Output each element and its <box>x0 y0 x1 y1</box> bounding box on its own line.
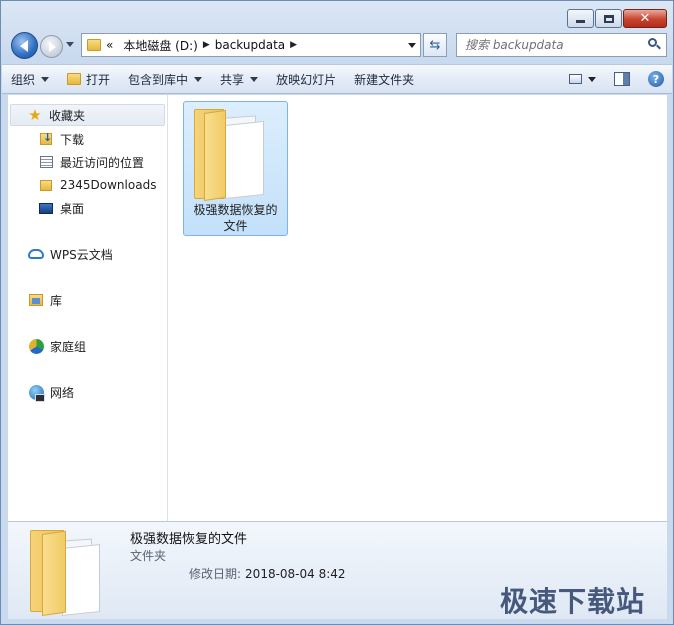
sidebar-item-libraries[interactable]: 库 <box>28 289 62 311</box>
breadcrumb-drive[interactable]: 本地磁盘 (D:) <box>118 37 202 54</box>
sidebar-item-network[interactable]: 网络 <box>28 381 74 403</box>
breadcrumb-backupdata[interactable]: backupdata <box>210 38 290 52</box>
open-button[interactable]: 打开 <box>58 67 119 91</box>
sidebar-item-label: 下载 <box>60 132 85 147</box>
sidebar-item-label: 库 <box>50 293 63 308</box>
homegroup-icon <box>28 338 44 354</box>
details-pane: 极强数据恢复的文件 文件夹 修改日期: 2018-08-04 8:42 极速下载站 <box>8 521 667 619</box>
star-icon: ★ <box>28 105 42 124</box>
details-modified-value: 2018-08-04 8:42 <box>245 567 346 581</box>
main-area: ★ 收藏夹 下载 最近访问的位置 2345Downloads 桌面 WPS <box>8 95 667 521</box>
sidebar-item-label: WPS云文档 <box>50 247 113 262</box>
open-label: 打开 <box>86 72 111 87</box>
address-bar[interactable]: « 本地磁盘 (D:) ▶ backupdata ▶ <box>81 33 421 57</box>
refresh-button[interactable]: ⇆ <box>423 33 447 57</box>
arrow-left-icon <box>19 39 28 52</box>
file-name-line-2: 文件 <box>223 219 248 233</box>
details-name: 极强数据恢复的文件 <box>130 532 248 547</box>
close-icon: ✕ <box>639 11 651 26</box>
folder-icon <box>38 177 54 193</box>
include-in-library-button[interactable]: 包含到库中 <box>119 67 211 91</box>
folder-icon <box>30 524 110 616</box>
help-icon[interactable]: ? <box>648 71 664 87</box>
refresh-icon: ⇆ <box>429 37 441 53</box>
details-modified-label: 修改日期: <box>189 567 242 581</box>
include-library-label: 包含到库中 <box>128 72 189 87</box>
minimize-button[interactable] <box>567 9 594 28</box>
sidebar-item-desktop[interactable]: 桌面 <box>38 197 84 219</box>
sidebar-item-homegroup[interactable]: 家庭组 <box>28 335 86 357</box>
file-item-label: 极强数据恢复的 文件 <box>184 202 287 234</box>
sidebar-item-label: 桌面 <box>60 201 85 216</box>
file-item-folder[interactable]: 极强数据恢复的 文件 <box>183 101 288 236</box>
library-icon <box>28 292 44 308</box>
sidebar-item-label: 2345Downloads <box>60 178 157 192</box>
address-history-dropdown[interactable] <box>404 34 420 56</box>
arrow-right-icon <box>49 41 56 52</box>
sidebar-item-recent-places[interactable]: 最近访问的位置 <box>38 151 144 173</box>
watermark-logo: 极速下载站 <box>500 585 646 618</box>
organize-label: 组织 <box>11 72 36 87</box>
slideshow-label: 放映幻灯片 <box>276 72 337 87</box>
caption-buttons: ✕ <box>567 9 667 28</box>
details-modified: 修改日期: 2018-08-04 8:42 <box>189 565 346 582</box>
sidebar-item-label: 家庭组 <box>50 339 87 354</box>
chevron-down-icon <box>408 42 416 48</box>
command-bar: 组织 打开 包含到库中 共享 放映幻灯片 新建文件夹 ? <box>2 64 672 94</box>
network-icon <box>28 384 45 402</box>
forward-button[interactable] <box>40 35 63 58</box>
back-button[interactable] <box>11 32 38 59</box>
organize-button[interactable]: 组织 <box>2 67 58 91</box>
change-view-icon[interactable] <box>569 74 582 84</box>
breadcrumb-separator-icon[interactable]: ▶ <box>203 40 210 50</box>
new-folder-label: 新建文件夹 <box>354 72 415 87</box>
recent-pages-dropdown[interactable] <box>66 42 74 47</box>
sidebar-item-favorites[interactable]: ★ 收藏夹 <box>10 104 165 126</box>
slideshow-button[interactable]: 放映幻灯片 <box>267 67 345 91</box>
search-box[interactable] <box>456 33 667 57</box>
sidebar-item-downloads[interactable]: 下载 <box>38 128 84 150</box>
maximize-button[interactable] <box>595 9 622 28</box>
details-type: 文件夹 <box>130 549 167 563</box>
maximize-icon <box>603 14 614 23</box>
chevron-down-icon <box>194 76 203 82</box>
folder-icon <box>87 39 101 51</box>
breadcrumb-overflow[interactable]: « <box>101 38 118 52</box>
new-folder-button[interactable]: 新建文件夹 <box>345 67 423 91</box>
folder-icon <box>194 105 264 201</box>
sidebar-item-label: 网络 <box>50 385 75 400</box>
minimize-icon <box>576 20 585 23</box>
file-name-line-1: 极强数据恢复的 <box>193 203 278 217</box>
close-button[interactable]: ✕ <box>623 9 667 28</box>
chevron-down-icon <box>250 76 259 82</box>
search-input[interactable] <box>457 38 637 52</box>
file-list: 极强数据恢复的 文件 <box>169 95 667 521</box>
preview-pane-icon[interactable] <box>614 72 630 86</box>
search-icon[interactable] <box>647 38 661 52</box>
downloads-folder-icon <box>38 131 54 147</box>
cloud-icon <box>28 246 44 262</box>
share-label: 共享 <box>220 72 245 87</box>
share-button[interactable]: 共享 <box>211 67 267 91</box>
sidebar-item-label: 收藏夹 <box>49 108 86 123</box>
view-controls: ? <box>569 71 672 87</box>
recent-places-icon <box>38 154 54 170</box>
sidebar-item-2345downloads[interactable]: 2345Downloads <box>38 174 156 196</box>
folder-open-icon <box>67 73 82 85</box>
explorer-window: ✕ « 本地磁盘 (D:) ▶ backupdata ▶ ⇆ 组织 打开 <box>0 0 674 625</box>
desktop-icon <box>38 200 54 216</box>
navigation-pane: ★ 收藏夹 下载 最近访问的位置 2345Downloads 桌面 WPS <box>8 95 168 521</box>
breadcrumb-separator-icon[interactable]: ▶ <box>290 40 297 50</box>
view-options-chevron-icon[interactable] <box>588 76 596 82</box>
chevron-down-icon <box>41 76 50 82</box>
sidebar-item-wps-cloud[interactable]: WPS云文档 <box>28 243 113 265</box>
navigation-row: « 本地磁盘 (D:) ▶ backupdata ▶ ⇆ <box>9 31 667 59</box>
sidebar-item-label: 最近访问的位置 <box>60 155 145 170</box>
